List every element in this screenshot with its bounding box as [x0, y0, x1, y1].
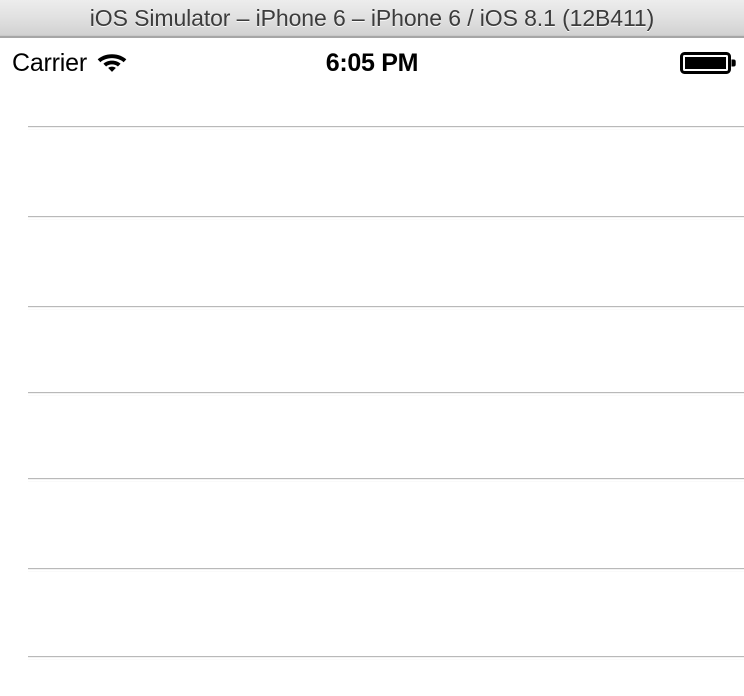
row-separator-shadow	[28, 307, 744, 308]
table-row[interactable]	[0, 568, 744, 572]
ios-status-bar: Carrier 6:05 PM	[0, 40, 744, 86]
status-bar-left-group: Carrier	[12, 40, 127, 86]
table-view[interactable]	[0, 86, 744, 696]
table-row[interactable]	[0, 306, 744, 310]
status-bar-right-group	[680, 40, 736, 86]
row-separator-faint	[28, 571, 744, 572]
ios-simulator-window: iOS Simulator – iPhone 6 – iPhone 6 / iO…	[0, 0, 744, 696]
row-separator-faint	[28, 129, 744, 130]
row-separator-shadow	[28, 127, 744, 128]
row-separator-shadow	[28, 217, 744, 218]
row-separator-shadow	[28, 569, 744, 570]
table-row[interactable]	[0, 126, 744, 130]
row-separator-faint	[28, 659, 744, 660]
carrier-label: Carrier	[12, 48, 87, 77]
table-row[interactable]	[0, 392, 744, 396]
row-separator-faint	[28, 395, 744, 396]
row-separator-faint	[28, 309, 744, 310]
table-row[interactable]	[0, 216, 744, 220]
battery-full-icon	[680, 50, 736, 76]
window-titlebar[interactable]: iOS Simulator – iPhone 6 – iPhone 6 / iO…	[0, 0, 744, 38]
row-separator-faint	[28, 481, 744, 482]
clock-label: 6:05 PM	[325, 48, 419, 77]
row-separator-shadow	[28, 393, 744, 394]
table-row[interactable]	[0, 656, 744, 660]
window-title: iOS Simulator – iPhone 6 – iPhone 6 / iO…	[89, 4, 655, 31]
row-separator-faint	[28, 219, 744, 220]
table-row[interactable]	[0, 478, 744, 482]
row-separator-shadow	[28, 657, 744, 658]
wifi-icon	[97, 52, 127, 74]
row-separator-shadow	[28, 479, 744, 480]
